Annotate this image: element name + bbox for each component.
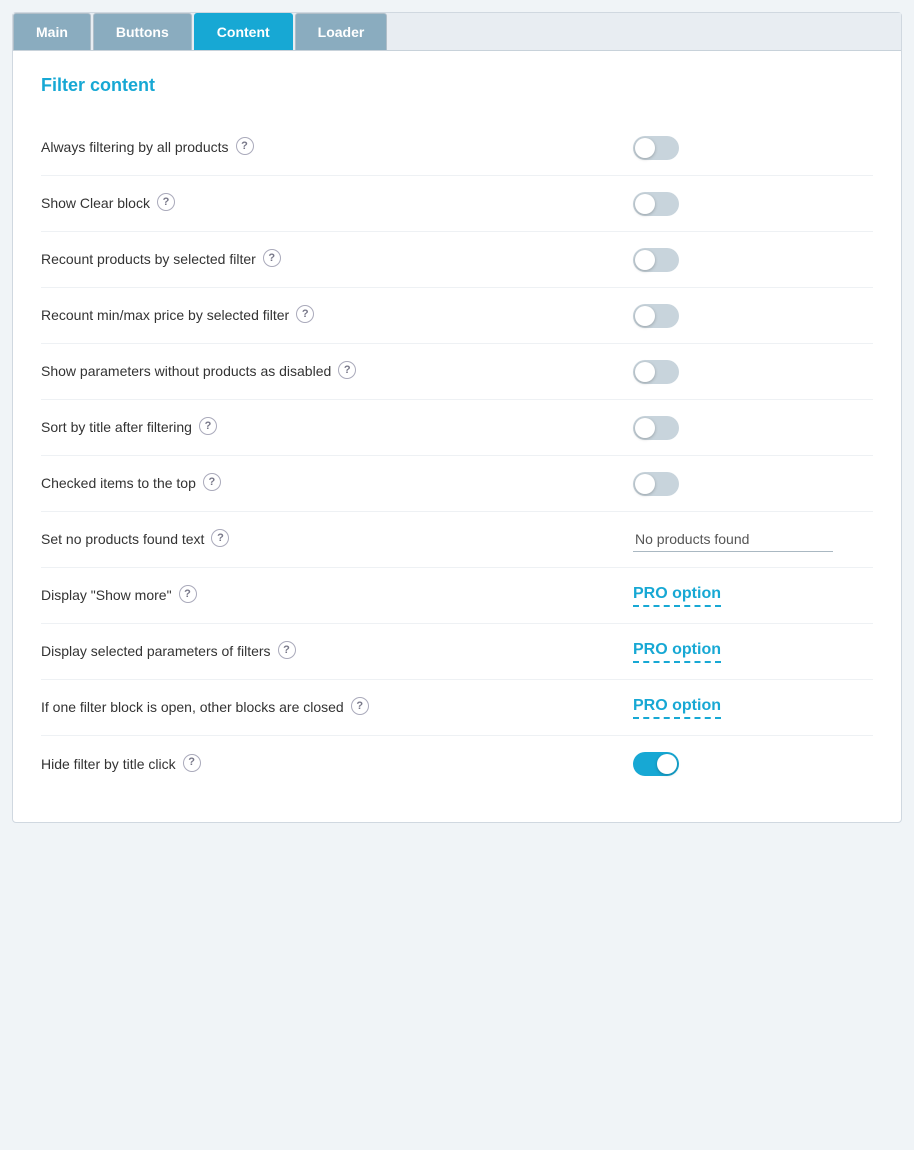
control-recount-products [573, 248, 873, 272]
toggle-sort-by-title[interactable] [633, 416, 679, 440]
rows-container: Always filtering by all products?Show Cl… [41, 120, 873, 792]
toggle-thumb-sort-by-title [635, 418, 655, 438]
tab-bar: MainButtonsContentLoader [13, 13, 901, 51]
control-display-show-more: PRO option [573, 585, 873, 607]
pro-option-display-show-more[interactable]: PRO option [633, 585, 721, 607]
control-hide-filter-title-click [573, 752, 873, 776]
label-always-filtering: Always filtering by all products? [41, 137, 254, 158]
control-show-clear-block [573, 192, 873, 216]
row-recount-products: Recount products by selected filter? [41, 232, 873, 288]
row-show-clear-block: Show Clear block? [41, 176, 873, 232]
label-recount-price: Recount min/max price by selected filter… [41, 305, 314, 326]
toggle-thumb-recount-products [635, 250, 655, 270]
tab-buttons[interactable]: Buttons [93, 13, 192, 50]
label-checked-items-top: Checked items to the top? [41, 473, 221, 494]
toggle-thumb-recount-price [635, 306, 655, 326]
help-icon-checked-items-top[interactable]: ? [203, 473, 221, 491]
toggle-show-clear-block[interactable] [633, 192, 679, 216]
label-one-filter-open: If one filter block is open, other block… [41, 697, 369, 718]
pro-option-one-filter-open[interactable]: PRO option [633, 697, 721, 719]
row-hide-filter-title-click: Hide filter by title click? [41, 736, 873, 792]
row-display-selected-params: Display selected parameters of filters? P… [41, 624, 873, 680]
toggle-thumb-show-clear-block [635, 194, 655, 214]
toggle-always-filtering[interactable] [633, 136, 679, 160]
row-sort-by-title: Sort by title after filtering? [41, 400, 873, 456]
row-show-params-disabled: Show parameters without products as disa… [41, 344, 873, 400]
tab-content[interactable]: Content [194, 13, 293, 50]
help-icon-recount-price[interactable]: ? [296, 305, 314, 323]
label-display-show-more: Display "Show more"? [41, 585, 197, 606]
row-no-products-text: Set no products found text? [41, 512, 873, 568]
help-icon-display-selected-params[interactable]: ? [278, 641, 296, 659]
label-no-products-text: Set no products found text? [41, 529, 229, 550]
toggle-recount-price[interactable] [633, 304, 679, 328]
input-no-products-text[interactable] [633, 527, 833, 552]
help-icon-hide-filter-title-click[interactable]: ? [183, 754, 201, 772]
help-icon-show-params-disabled[interactable]: ? [338, 361, 356, 379]
label-text-no-products-text: Set no products found text [41, 529, 204, 550]
help-icon-sort-by-title[interactable]: ? [199, 417, 217, 435]
tab-main[interactable]: Main [13, 13, 91, 50]
toggle-thumb-checked-items-top [635, 474, 655, 494]
label-hide-filter-title-click: Hide filter by title click? [41, 754, 201, 775]
label-text-hide-filter-title-click: Hide filter by title click [41, 754, 176, 775]
toggle-thumb-hide-filter-title-click [657, 754, 677, 774]
label-text-recount-products: Recount products by selected filter [41, 249, 256, 270]
settings-panel: MainButtonsContentLoader Filter content … [12, 12, 902, 823]
control-recount-price [573, 304, 873, 328]
help-icon-no-products-text[interactable]: ? [211, 529, 229, 547]
label-text-display-show-more: Display "Show more" [41, 585, 172, 606]
label-sort-by-title: Sort by title after filtering? [41, 417, 217, 438]
label-text-recount-price: Recount min/max price by selected filter [41, 305, 289, 326]
label-display-selected-params: Display selected parameters of filters? [41, 641, 296, 662]
help-icon-recount-products[interactable]: ? [263, 249, 281, 267]
toggle-checked-items-top[interactable] [633, 472, 679, 496]
content-area: Filter content Always filtering by all p… [13, 51, 901, 802]
help-icon-always-filtering[interactable]: ? [236, 137, 254, 155]
label-text-always-filtering: Always filtering by all products [41, 137, 229, 158]
label-recount-products: Recount products by selected filter? [41, 249, 281, 270]
row-recount-price: Recount min/max price by selected filter… [41, 288, 873, 344]
toggle-thumb-always-filtering [635, 138, 655, 158]
label-text-show-clear-block: Show Clear block [41, 193, 150, 214]
toggle-recount-products[interactable] [633, 248, 679, 272]
row-always-filtering: Always filtering by all products? [41, 120, 873, 176]
section-title: Filter content [41, 75, 873, 96]
toggle-show-params-disabled[interactable] [633, 360, 679, 384]
tab-loader[interactable]: Loader [295, 13, 388, 50]
row-display-show-more: Display "Show more"? PRO option [41, 568, 873, 624]
row-one-filter-open: If one filter block is open, other block… [41, 680, 873, 736]
control-sort-by-title [573, 416, 873, 440]
help-icon-display-show-more[interactable]: ? [179, 585, 197, 603]
help-icon-show-clear-block[interactable]: ? [157, 193, 175, 211]
control-always-filtering [573, 136, 873, 160]
help-icon-one-filter-open[interactable]: ? [351, 697, 369, 715]
pro-option-display-selected-params[interactable]: PRO option [633, 641, 721, 663]
label-text-display-selected-params: Display selected parameters of filters [41, 641, 271, 662]
label-show-params-disabled: Show parameters without products as disa… [41, 361, 356, 382]
control-show-params-disabled [573, 360, 873, 384]
toggle-thumb-show-params-disabled [635, 362, 655, 382]
label-show-clear-block: Show Clear block? [41, 193, 175, 214]
toggle-hide-filter-title-click[interactable] [633, 752, 679, 776]
control-no-products-text [573, 527, 873, 552]
row-checked-items-top: Checked items to the top? [41, 456, 873, 512]
label-text-one-filter-open: If one filter block is open, other block… [41, 697, 344, 718]
label-text-sort-by-title: Sort by title after filtering [41, 417, 192, 438]
control-checked-items-top [573, 472, 873, 496]
control-one-filter-open: PRO option [573, 697, 873, 719]
control-display-selected-params: PRO option [573, 641, 873, 663]
label-text-checked-items-top: Checked items to the top [41, 473, 196, 494]
label-text-show-params-disabled: Show parameters without products as disa… [41, 361, 331, 382]
